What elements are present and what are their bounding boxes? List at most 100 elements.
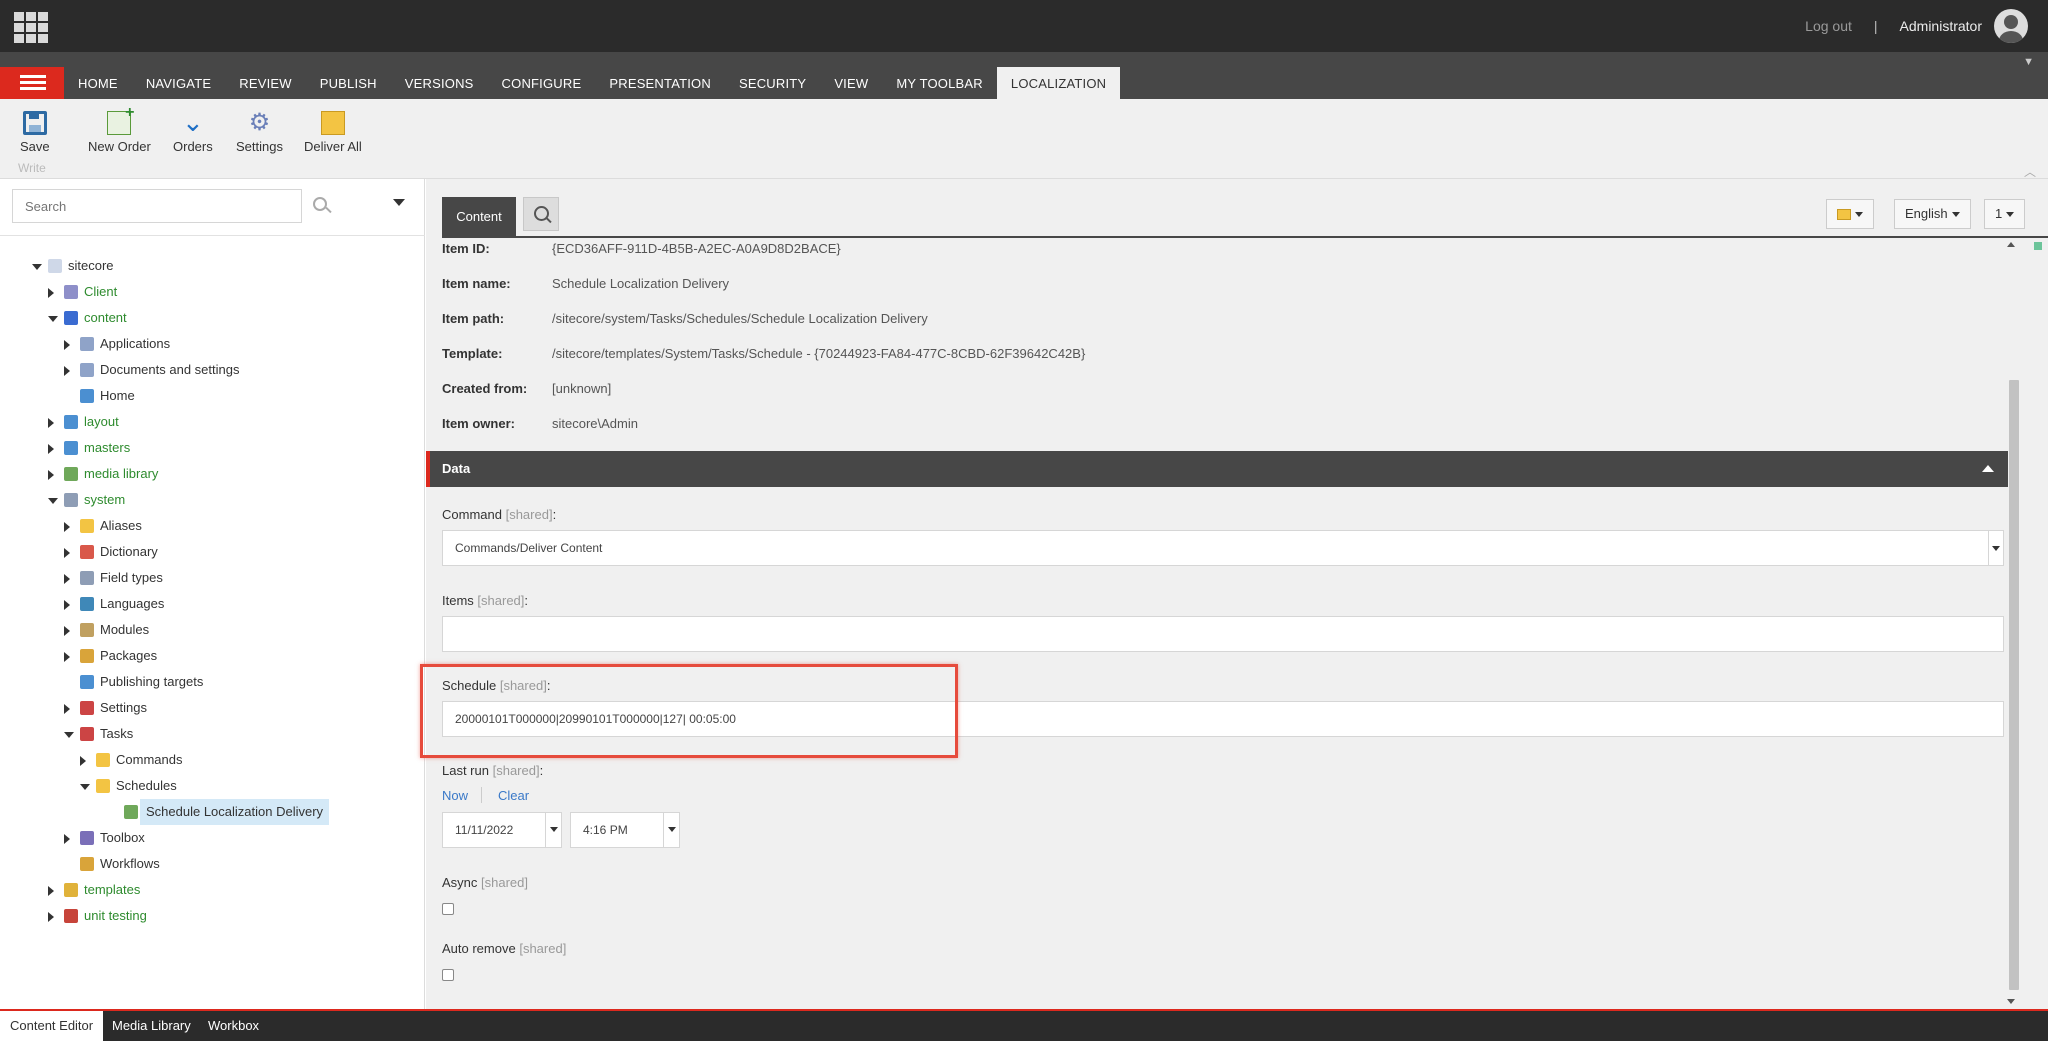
search-options-dropdown[interactable] (393, 199, 405, 206)
collapse-icon[interactable] (1982, 465, 1994, 472)
data-section-header[interactable]: Data (426, 451, 2008, 487)
expand-open-icon[interactable] (32, 264, 42, 270)
version-dropdown[interactable]: 1 (1984, 199, 2026, 229)
tree-node[interactable]: Tasks (0, 721, 425, 747)
scrollbar-thumb[interactable] (2009, 380, 2019, 990)
tree-node[interactable]: masters (0, 435, 425, 461)
menu-icon[interactable] (0, 67, 64, 99)
scroll-down-icon[interactable] (2007, 999, 2015, 1004)
expand-closed-icon[interactable] (48, 470, 54, 480)
tab-configure[interactable]: CONFIGURE (488, 67, 596, 99)
tree-node[interactable]: Settings (0, 695, 425, 721)
expand-closed-icon[interactable] (64, 652, 70, 662)
tab-content-editor[interactable]: Content Editor (0, 1011, 104, 1041)
tab-versions[interactable]: VERSIONS (391, 67, 488, 99)
language-dropdown[interactable]: English (1894, 199, 1971, 229)
tab-publish[interactable]: PUBLISH (306, 67, 391, 99)
tree-node[interactable]: Client (0, 279, 425, 305)
folder-dropdown-button[interactable] (1826, 199, 1874, 229)
expand-open-icon[interactable] (48, 498, 58, 504)
tree-node[interactable]: Field types (0, 565, 425, 591)
expand-closed-icon[interactable] (48, 418, 54, 428)
expand-closed-icon[interactable] (64, 340, 70, 350)
app-launcher-icon[interactable] (14, 12, 48, 43)
save-button[interactable]: Save (20, 111, 50, 154)
editor-scrollbar[interactable] (2006, 240, 2020, 1010)
expand-closed-icon[interactable] (80, 756, 86, 766)
tree-node[interactable]: Packages (0, 643, 425, 669)
user-name[interactable]: Administrator (1900, 18, 1982, 34)
tree-node[interactable]: unit testing (0, 903, 425, 929)
search-tab-icon[interactable] (523, 197, 559, 231)
logout-link[interactable]: Log out (1805, 18, 1852, 34)
scroll-up-icon[interactable] (2007, 242, 2015, 247)
tree-node[interactable]: sitecore (0, 253, 425, 279)
tab-localization[interactable]: LOCALIZATION (996, 67, 1121, 99)
expand-closed-icon[interactable] (48, 288, 54, 298)
ribbon-collapse-icon[interactable]: ▼ (2023, 56, 2034, 68)
tree-node[interactable]: media library (0, 461, 425, 487)
tab-content[interactable]: Content (442, 197, 516, 237)
tab-security[interactable]: SECURITY (725, 67, 820, 99)
expand-closed-icon[interactable] (64, 626, 70, 636)
new-order-button[interactable]: New Order (88, 104, 151, 154)
clear-link[interactable]: Clear (498, 788, 529, 803)
tree-node[interactable]: Workflows (0, 851, 425, 877)
avatar-icon[interactable] (1994, 9, 2028, 43)
chevron-down-icon[interactable] (663, 813, 679, 847)
tree-node[interactable]: Languages (0, 591, 425, 617)
command-select[interactable]: Commands/Deliver Content (442, 530, 2004, 566)
expand-closed-icon[interactable] (64, 366, 70, 376)
tree-node[interactable]: Publishing targets (0, 669, 425, 695)
tree-node[interactable]: Dictionary (0, 539, 425, 565)
settings-button[interactable]: ⚙ Settings (236, 111, 283, 155)
expand-closed-icon[interactable] (64, 834, 70, 844)
last-run-date-picker[interactable]: 11/11/2022 (442, 812, 562, 848)
tab-home[interactable]: HOME (64, 67, 132, 99)
tab-review[interactable]: REVIEW (225, 67, 305, 99)
expand-open-icon[interactable] (64, 732, 74, 738)
tree-node[interactable]: Commands (0, 747, 425, 773)
chevron-up-icon[interactable]: ︿ (2024, 163, 2036, 180)
last-run-time-picker[interactable]: 4:16 PM (570, 812, 680, 848)
tree-node[interactable]: Documents and settings (0, 357, 425, 383)
expand-closed-icon[interactable] (64, 704, 70, 714)
expand-closed-icon[interactable] (48, 886, 54, 896)
async-checkbox[interactable] (442, 903, 454, 915)
auto-remove-label: Auto remove [shared] (442, 941, 567, 956)
search-input[interactable] (13, 190, 301, 222)
tree-node[interactable]: Applications (0, 331, 425, 357)
expand-closed-icon[interactable] (48, 912, 54, 922)
tab-media-library[interactable]: Media Library (102, 1011, 201, 1041)
deliver-all-button[interactable]: Deliver All (304, 111, 362, 154)
orders-button[interactable]: ⌄ Orders (173, 109, 213, 154)
chevron-down-icon[interactable] (545, 813, 561, 847)
tree-node[interactable]: content (0, 305, 425, 331)
expand-closed-icon[interactable] (64, 574, 70, 584)
tree-node[interactable]: Modules (0, 617, 425, 643)
expand-open-icon[interactable] (48, 316, 58, 322)
now-link[interactable]: Now (442, 788, 468, 803)
tab-view[interactable]: VIEW (820, 67, 882, 99)
section-title: Data (442, 461, 471, 476)
tree-node[interactable]: Schedule Localization Delivery (0, 799, 425, 825)
tree-node[interactable]: system (0, 487, 425, 513)
tree-node[interactable]: Schedules (0, 773, 425, 799)
tab-navigate[interactable]: NAVIGATE (132, 67, 225, 99)
tab-presentation[interactable]: PRESENTATION (595, 67, 725, 99)
expand-closed-icon[interactable] (64, 522, 70, 532)
tree-node[interactable]: templates (0, 877, 425, 903)
expand-closed-icon[interactable] (64, 600, 70, 610)
items-field[interactable] (442, 616, 2004, 652)
search-icon[interactable] (313, 197, 327, 211)
tree-node[interactable]: layout (0, 409, 425, 435)
tree-node[interactable]: Toolbox (0, 825, 425, 851)
tree-node[interactable]: Home (0, 383, 425, 409)
auto-remove-checkbox[interactable] (442, 969, 454, 981)
tab-workbox[interactable]: Workbox (198, 1011, 269, 1041)
expand-closed-icon[interactable] (64, 548, 70, 558)
tab-my-toolbar[interactable]: MY TOOLBAR (882, 67, 997, 99)
expand-closed-icon[interactable] (48, 444, 54, 454)
expand-open-icon[interactable] (80, 784, 90, 790)
tree-node[interactable]: Aliases (0, 513, 425, 539)
